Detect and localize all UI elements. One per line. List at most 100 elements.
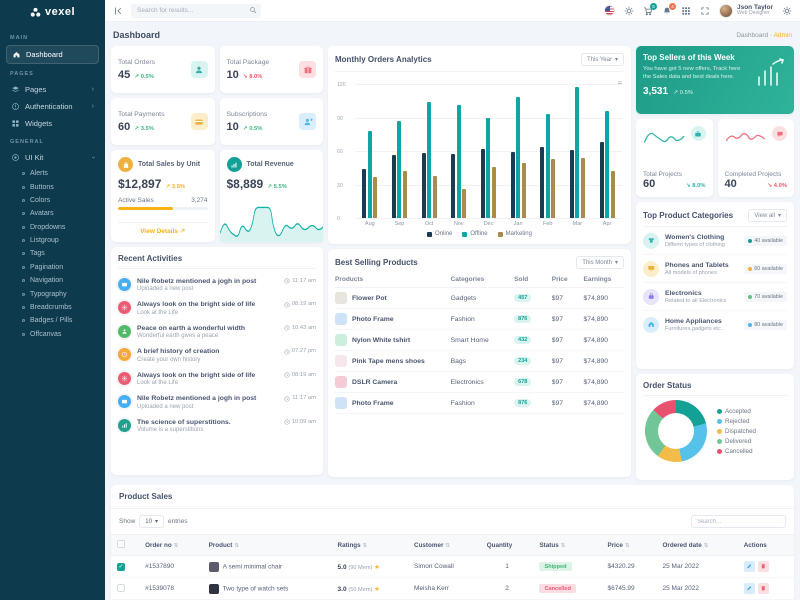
column-header[interactable]: Customer ⇅ — [408, 534, 481, 556]
settings-gear-button[interactable] — [782, 6, 792, 16]
activity-item: Nile Robetz mentioned a jogh in post Uplo… — [118, 273, 316, 297]
bar-online — [362, 168, 367, 218]
search-input[interactable] — [131, 3, 261, 18]
column-header[interactable]: Product ⇅ — [202, 534, 332, 556]
sales-unit-delta: ↗ 3.5% — [165, 184, 186, 190]
legend-rejected[interactable]: Rejected — [717, 418, 756, 425]
sold-badge: 432 — [514, 336, 532, 344]
sidebar-subitem-offcanvas[interactable]: Offcanvas — [20, 328, 99, 341]
view-details-link[interactable]: View Details ↗ — [118, 222, 208, 235]
column-header[interactable]: Status ⇅ — [533, 534, 602, 556]
product-thumbnail — [335, 355, 347, 367]
sidebar-subitem-navigation[interactable]: Navigation — [20, 274, 99, 287]
availability-badge: 40 available — [743, 235, 787, 246]
status-badge: Cancelled — [539, 584, 576, 593]
breadcrumb-root[interactable]: Dashboard — [736, 32, 768, 39]
search-icon[interactable] — [249, 6, 257, 14]
sidebar-subitem-pagination[interactable]: Pagination — [20, 261, 99, 274]
column-header[interactable]: Quantity — [480, 534, 534, 556]
table-search-input[interactable] — [691, 515, 786, 528]
delete-button[interactable] — [757, 583, 769, 594]
row-checkbox[interactable] — [117, 583, 125, 592]
fullscreen-button[interactable] — [700, 6, 710, 16]
sidebar-section-label: MAIN — [10, 35, 29, 41]
user-menu[interactable]: Json Taylor Web Designer — [718, 3, 773, 18]
column-header[interactable]: Ordered date ⇅ — [656, 534, 738, 556]
stat-delta: ↗ 3.5% — [134, 125, 154, 132]
page-size-select[interactable]: 10 ▾ — [139, 515, 164, 528]
sidebar-subitem-avatars[interactable]: Avatars — [20, 207, 99, 220]
notifications-button[interactable]: 4 — [662, 2, 676, 16]
sidebar-subitem-typography[interactable]: Typography — [20, 287, 99, 300]
activity-time: 11:17 am — [284, 395, 316, 410]
monthly-orders-filter[interactable]: This Year ▾ — [580, 53, 624, 66]
apps-grid-button[interactable] — [681, 6, 691, 16]
sidebar-subitem-colors[interactable]: Colors — [20, 194, 99, 207]
sidebar-item-widgets[interactable]: Widgets — [6, 115, 99, 132]
delete-button[interactable] — [757, 561, 769, 572]
bar-chart-x-labels: Aug Sep Oct Nov Dec Jan Feb Mar Apr — [364, 221, 612, 227]
bar-marketing — [491, 166, 496, 218]
sidebar-collapse-button[interactable] — [113, 6, 123, 16]
sidebar-subitem-listgroup[interactable]: Listgroup — [20, 234, 99, 247]
sidebar-subitem-buttons[interactable]: Buttons — [20, 180, 99, 193]
column-header[interactable]: Actions — [737, 534, 794, 556]
stat-delta: ↘ 8.0% — [242, 73, 263, 80]
person-icon — [195, 66, 203, 73]
cart-button[interactable]: 5 — [643, 2, 657, 16]
sidebar-submenu: Alerts Buttons Colors Avatars Dropdowns Listg… — [6, 166, 99, 343]
activity-item: Always look on the bright side of life Lo… — [118, 297, 316, 321]
total-sales-by-unit-card: Total Sales by Unit $12,897 ↗ 3.5% Activ… — [111, 150, 215, 242]
select-all-checkbox[interactable] — [117, 540, 125, 548]
best-selling-title: Best Selling Products — [335, 258, 418, 267]
authentication-icon — [12, 103, 19, 110]
logo[interactable]: vexel — [0, 0, 105, 24]
sidebar-subitem-tags[interactable]: Tags — [20, 247, 99, 260]
best-selling-row: Pink Tape mens shoes Bags 234 $97 $74,890 — [335, 351, 624, 372]
home-icon — [13, 52, 20, 58]
sidebar-item-dashboard[interactable]: Dashboard — [6, 45, 99, 64]
best-selling-filter[interactable]: This Month ▾ — [576, 256, 624, 269]
column-header[interactable]: Order no ⇅ — [139, 534, 203, 556]
activity-time: 10:09 am — [284, 419, 316, 434]
category-women-s-clothing: Women's Clothing Differnt types of clothi… — [643, 226, 787, 254]
stat-card-subscriptions: Subscriptions 10 ↗ 0.5% — [219, 98, 323, 145]
edit-button[interactable] — [743, 561, 755, 572]
language-flag-icon[interactable] — [603, 5, 615, 16]
sidebar-subitem-dropdowns[interactable]: Dropdowns — [20, 221, 99, 234]
bar-marketing — [521, 163, 526, 218]
category-electronics: Electronics Related to all Electronics 70 … — [643, 282, 787, 310]
sidebar-subitem-breadcrumbs[interactable]: Breadcrumbs — [20, 301, 99, 314]
sidebar: vexel MAIN Dashboard PAGES Pages › Authentica… — [0, 0, 105, 600]
legend-marketing[interactable]: Marketing — [497, 231, 532, 237]
stat-card-total-orders: Total Orders 45 ↗ 0.5% — [111, 46, 215, 93]
legend-delivered[interactable]: Delivered — [717, 438, 756, 445]
column-header[interactable]: Ratings ⇅ — [331, 534, 409, 556]
donut-legend: Accepted Rejected Dispatched Delivered Cance… — [717, 408, 756, 455]
legend-offline[interactable]: Offline — [462, 231, 488, 237]
monthly-orders-bar-chart: ≡ 120 90 60 30 0 — [337, 79, 622, 222]
categories-filter[interactable]: View all ▾ — [748, 209, 787, 222]
bar-group-apr — [599, 84, 615, 218]
sparkline-chart — [643, 132, 685, 143]
top-sellers-value: 3,531 — [643, 85, 669, 97]
sidebar-item-ui-kit[interactable]: UI Kit › — [6, 149, 99, 166]
bar-offline — [456, 105, 461, 218]
theme-toggle-sun-icon[interactable] — [624, 6, 634, 16]
legend-dispatched[interactable]: Dispatched — [717, 428, 756, 435]
sidebar-item-pages[interactable]: Pages › — [6, 81, 99, 98]
edit-button[interactable] — [743, 583, 755, 594]
sidebar-item-authentication[interactable]: Authentication › — [6, 98, 99, 115]
sidebar-subitem-badges-pills[interactable]: Badges / Pills — [20, 314, 99, 327]
legend-accepted[interactable]: Accepted — [717, 408, 756, 415]
sidebar-subitem-alerts[interactable]: Alerts — [20, 167, 99, 180]
availability-badge: 80 available — [743, 319, 787, 330]
legend-cancelled[interactable]: Cancelled — [717, 448, 756, 455]
column-header[interactable]: Price ⇅ — [601, 534, 657, 556]
top-sellers-description: You have got 5 new offers, Track here th… — [643, 66, 741, 81]
legend-online[interactable]: Online — [427, 231, 452, 237]
entries-label: entries — [167, 518, 188, 525]
active-sales-label: Active Sales — [118, 197, 154, 204]
stat-card-total-payments: Total Payments 60 ↗ 3.5% — [111, 98, 215, 145]
row-checkbox[interactable]: ✓ — [117, 562, 125, 571]
